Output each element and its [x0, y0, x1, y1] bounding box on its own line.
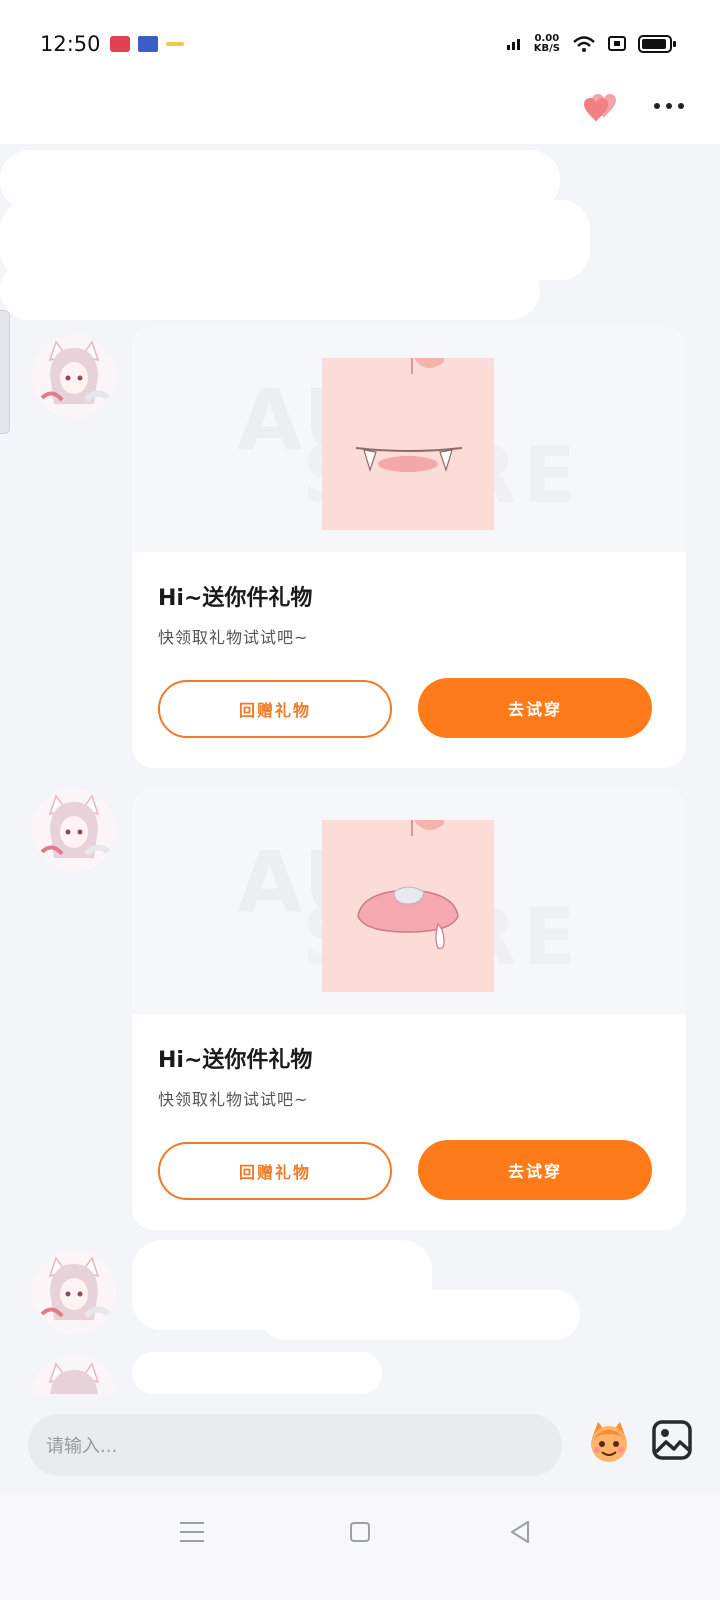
try-on-button[interactable]: 去试穿 — [418, 1140, 652, 1200]
status-bar: 12:50 0.00 KB/S — [0, 0, 720, 80]
notification-icons — [110, 36, 184, 52]
image-icon[interactable] — [650, 1418, 694, 1462]
message-input[interactable]: 请输入... — [28, 1414, 562, 1476]
scroll-edge[interactable] — [0, 310, 10, 434]
system-icons: 0.00 KB/S — [506, 33, 676, 54]
anime-girl-avatar-image — [40, 794, 111, 858]
redacted-message — [260, 1290, 580, 1340]
app-notification-icon — [138, 36, 158, 52]
wifi-icon — [573, 36, 595, 52]
battery-icon — [638, 35, 676, 53]
hearts-icon[interactable] — [580, 88, 630, 128]
gift-card-title: Hi~送你件礼物 — [158, 586, 313, 611]
avatar[interactable] — [32, 1250, 116, 1334]
fang-mouth-item-image — [322, 358, 494, 530]
app-notification-icon — [110, 36, 130, 52]
gift-card-subtitle: 快领取礼物试试吧~ — [158, 1090, 309, 1109]
gift-item-preview: AU R SE RE — [132, 788, 686, 1014]
recent-apps-icon[interactable] — [180, 1522, 204, 1542]
back-icon[interactable] — [508, 1520, 532, 1544]
return-gift-button[interactable]: 回赠礼物 — [158, 1142, 392, 1200]
drool-mouth-item-image — [322, 820, 494, 992]
redacted-message — [132, 1352, 382, 1394]
signal-icon — [506, 39, 520, 50]
system-nav-bar — [0, 1494, 720, 1600]
redacted-message — [0, 260, 540, 320]
avatar[interactable] — [32, 788, 116, 872]
cast-icon — [608, 36, 626, 51]
home-icon[interactable] — [350, 1522, 370, 1542]
anime-girl-avatar-image — [40, 340, 111, 404]
chat-header — [0, 80, 720, 144]
gift-card: AU R SE RE Hi~送你件礼物 快领取礼物试试吧~ 回赠礼物 去试穿 — [132, 788, 686, 1230]
anime-girl-avatar-image — [40, 1256, 111, 1320]
app-notification-icon — [166, 42, 184, 46]
avatar[interactable] — [32, 334, 116, 418]
sticker-button[interactable] — [584, 1416, 634, 1466]
gift-card: AU R SE RE Hi~送你件礼物 快领取礼物试试吧~ 回赠礼物 去试穿 — [132, 326, 686, 768]
more-options-icon[interactable] — [654, 96, 690, 116]
gift-card-title: Hi~送你件礼物 — [158, 1048, 313, 1073]
gift-item-preview: AU R SE RE — [132, 326, 686, 552]
gift-card-subtitle: 快领取礼物试试吧~ — [158, 628, 309, 647]
avatar[interactable] — [32, 1356, 116, 1394]
anime-girl-avatar-image — [48, 1362, 100, 1394]
network-speed: 0.00 KB/S — [533, 33, 560, 54]
try-on-button[interactable]: 去试穿 — [418, 678, 652, 738]
status-time: 12:50 — [40, 32, 101, 56]
return-gift-button[interactable]: 回赠礼物 — [158, 680, 392, 738]
message-input-bar: 请输入... — [0, 1394, 720, 1494]
